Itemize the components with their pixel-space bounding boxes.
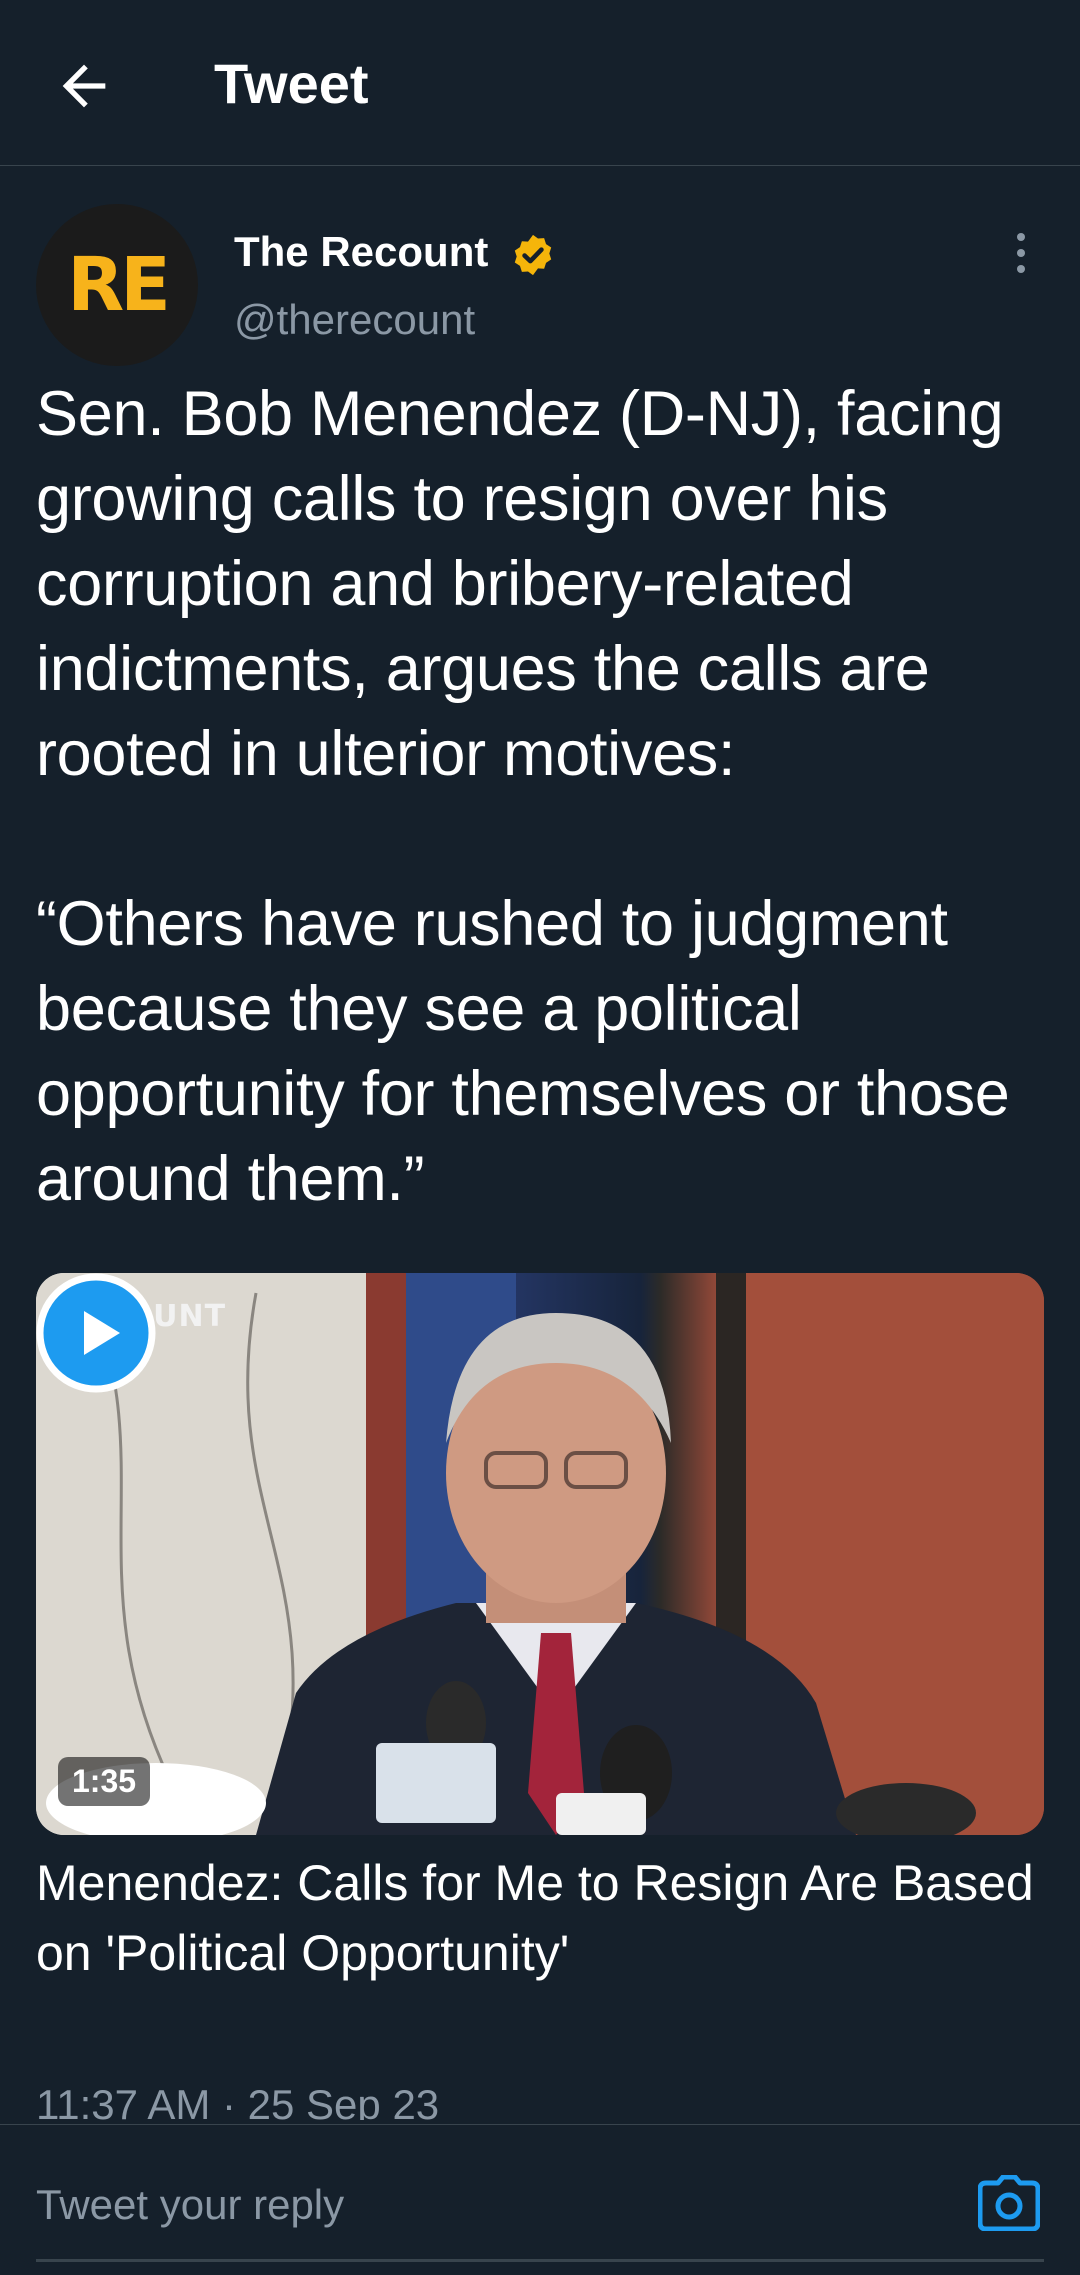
reply-input[interactable]: Tweet your reply — [36, 2179, 344, 2231]
reply-bar: Tweet your reply — [0, 2124, 1080, 2275]
play-icon[interactable] — [36, 1273, 156, 1393]
author-handle[interactable]: @therecount — [234, 294, 475, 346]
video-title[interactable]: Menendez: Calls for Me to Resign Are Bas… — [36, 1848, 1046, 1988]
avatar[interactable]: RE — [36, 204, 198, 366]
page-title: Tweet — [214, 52, 369, 115]
more-options-icon[interactable] — [1006, 232, 1036, 274]
camera-icon[interactable] — [978, 2175, 1040, 2231]
reply-divider — [36, 2259, 1044, 2262]
arrow-left-icon[interactable] — [52, 54, 116, 118]
video-player[interactable]: THE RECOUNT 1:35 — [36, 1273, 1044, 1835]
tweet-timestamp[interactable]: 11:37 AM · 25 Sep 23 — [36, 2078, 439, 2120]
tweet-text: Sen. Bob Menendez (D-NJ), facing growing… — [36, 379, 1010, 1214]
video-thumbnail — [36, 1273, 1044, 1835]
author-name[interactable]: The Recount — [234, 226, 488, 278]
verified-badge-icon — [514, 234, 552, 276]
video-duration-badge: 1:35 — [58, 1757, 151, 1806]
top-bar: Tweet — [0, 0, 1080, 166]
avatar-logo-text: RE — [67, 242, 171, 328]
